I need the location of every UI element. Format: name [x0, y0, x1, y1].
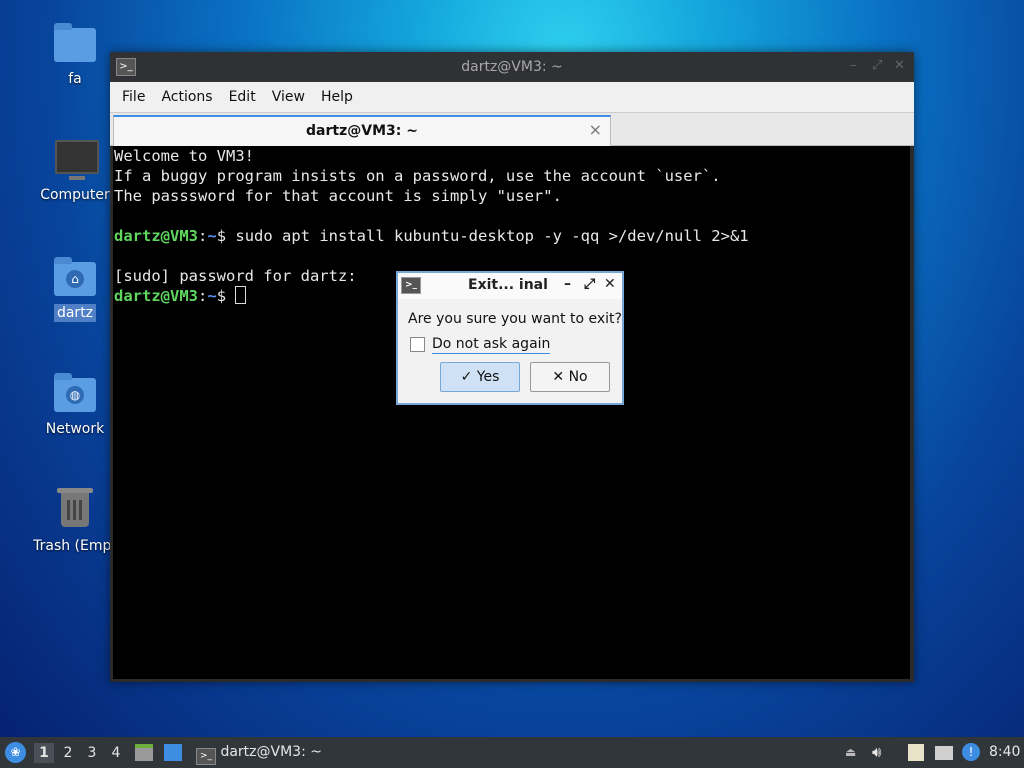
desktop-icon-label: Computer [40, 187, 110, 203]
dialog-question: Are you sure you want to exit? [408, 311, 622, 327]
terminal-line: The passsword for that account is simply… [114, 187, 562, 205]
dialog-title: Exit... inal [468, 277, 548, 293]
workspace-1[interactable]: 1 [34, 743, 54, 763]
prompt-path: ~ [207, 287, 217, 305]
prompt-user: dartz@VM3 [114, 287, 198, 305]
workspace-4[interactable]: 4 [106, 743, 126, 763]
terminal-cursor [235, 286, 247, 304]
tab-bar: dartz@VM3: ~ × [110, 113, 914, 147]
desktop-icon-label: dartz [53, 304, 97, 322]
tab-terminal[interactable]: dartz@VM3: ~ × [113, 115, 611, 147]
prompt-dollar: $ [216, 287, 236, 305]
terminal-line: Welcome to VM3! [114, 147, 254, 165]
workspace-3[interactable]: 3 [82, 743, 102, 763]
maximize-icon[interactable]: ⤢ [872, 58, 882, 73]
check-icon: ✓ [460, 369, 477, 385]
prompt-user: dartz@VM3 [114, 227, 198, 245]
desktop-icon-label: Network [45, 421, 105, 437]
home-folder-icon: ⌂ [53, 256, 97, 296]
maximize-icon[interactable]: ⤢ [584, 276, 595, 292]
folder-icon [53, 22, 97, 62]
menu-file[interactable]: File [114, 89, 153, 105]
minimize-icon[interactable]: – [564, 276, 571, 292]
desktop-icon-network[interactable]: ◍ Network [27, 372, 123, 438]
menu-view[interactable]: View [264, 89, 313, 105]
no-button[interactable]: ✕ No [530, 362, 610, 392]
prompt-colon: : [198, 287, 208, 305]
task-terminal[interactable]: >_ dartz@VM3: ~ [192, 737, 332, 768]
window-title: dartz@VM3: ~ [461, 59, 563, 75]
terminal-command-line: dartz@VM3:~$ sudo apt install kubuntu-de… [113, 226, 910, 246]
yes-button-label: Yes [476, 369, 500, 385]
prompt-colon: : [198, 227, 208, 245]
prompt-path: ~ [207, 227, 217, 245]
show-desktop-icon[interactable] [164, 744, 182, 761]
prompt-dollar: $ [216, 227, 236, 245]
clipboard-icon[interactable] [908, 744, 924, 761]
close-icon[interactable]: ✕ [604, 276, 616, 292]
volume-icon[interactable]: 🔊︎ [872, 737, 881, 768]
network-folder-icon: ◍ [53, 372, 97, 412]
menu-help[interactable]: Help [313, 89, 361, 105]
file-manager-icon[interactable] [135, 744, 153, 761]
eject-icon[interactable]: ⏏ [845, 737, 856, 768]
clock[interactable]: 8:40 [989, 737, 1020, 768]
tab-label: dartz@VM3: ~ [306, 123, 418, 139]
workspace-2[interactable]: 2 [58, 743, 78, 763]
no-button-label: No [568, 369, 588, 385]
window-titlebar[interactable]: >_ dartz@VM3: ~ – ⤢ ✕ [110, 52, 914, 82]
close-icon[interactable]: ✕ [894, 58, 905, 73]
trash-icon [53, 488, 97, 529]
task-label: dartz@VM3: ~ [220, 744, 322, 760]
desktop-icon-trash[interactable]: Trash (Empt [27, 488, 123, 555]
tab-close-icon[interactable]: × [589, 120, 602, 139]
terminal-app-icon: >_ [401, 277, 421, 294]
dialog-titlebar[interactable]: >_ Exit... inal – ⤢ ✕ [398, 273, 622, 299]
terminal-output[interactable]: Welcome to VM3! If a buggy program insis… [113, 146, 910, 679]
menu-edit[interactable]: Edit [221, 89, 264, 105]
menu-bar: File Actions Edit View Help [110, 82, 914, 113]
network-icon[interactable] [935, 746, 953, 760]
do-not-ask-checkbox[interactable] [410, 337, 425, 352]
desktop-icon-home[interactable]: ⌂ dartz [27, 256, 123, 322]
desktop-icon-label: Trash (Empt [33, 538, 117, 554]
taskbar: ❀ 1 2 3 4 >_ dartz@VM3: ~ ⏏ 🔊︎ ! 8:40 [0, 737, 1024, 768]
terminal-line: If a buggy program insists on a password… [114, 167, 721, 185]
command-text: sudo apt install kubuntu-desktop -y -qq … [235, 227, 749, 245]
desktop-icon-fa[interactable]: fa [27, 22, 123, 88]
exit-dialog: >_ Exit... inal – ⤢ ✕ Are you sure you w… [396, 271, 624, 405]
computer-icon [53, 138, 99, 180]
do-not-ask-label[interactable]: Do not ask again [432, 336, 551, 354]
x-icon: ✕ [552, 369, 569, 385]
menu-actions[interactable]: Actions [153, 89, 220, 105]
update-notifier-icon[interactable]: ! [962, 743, 980, 761]
start-menu-icon[interactable]: ❀ [5, 742, 26, 763]
desktop-icon-label: fa [68, 71, 82, 87]
terminal-app-icon: >_ [196, 748, 216, 765]
minimize-icon[interactable]: – [850, 58, 857, 73]
yes-button[interactable]: ✓ Yes [440, 362, 520, 392]
desktop-icon-computer[interactable]: Computer [27, 138, 123, 204]
